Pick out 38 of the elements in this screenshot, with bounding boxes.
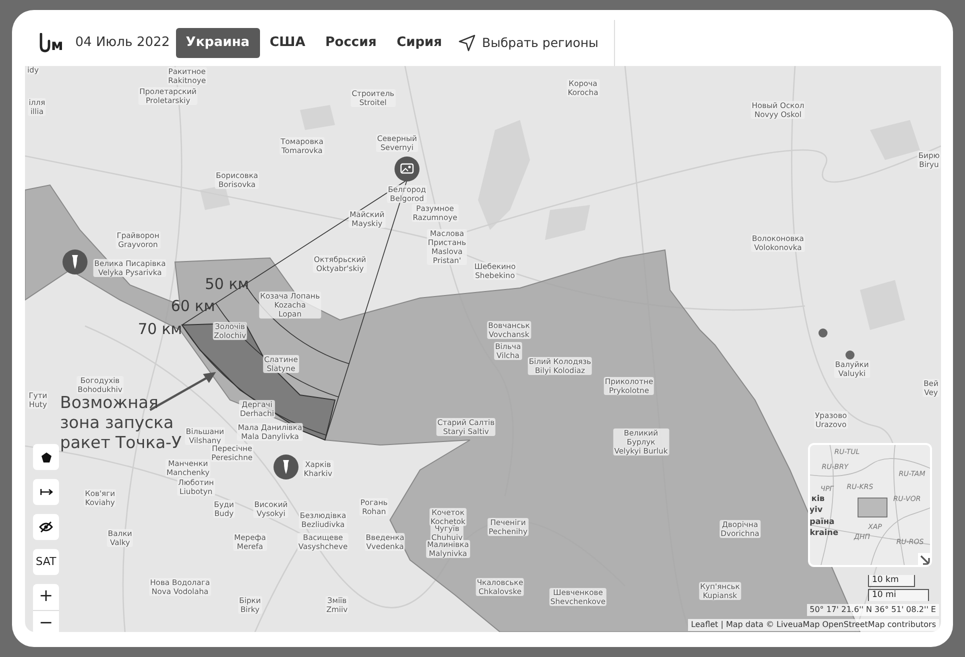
range-label: 50 км <box>204 274 250 295</box>
region-picker-button[interactable]: Выбрать регионы <box>452 32 604 54</box>
minimap-label: kraine <box>810 527 838 539</box>
range-label: 60 км <box>170 296 216 317</box>
minimap-label: раїна <box>810 516 834 528</box>
satellite-button[interactable]: SAT <box>33 549 59 575</box>
minimap-viewport <box>858 498 888 518</box>
measure-button[interactable] <box>33 479 59 505</box>
zoom-button[interactable]: − <box>33 610 59 632</box>
minimap-label: ків <box>811 493 825 505</box>
arrow-icon <box>40 488 52 496</box>
hide-button[interactable] <box>33 514 59 540</box>
leaflet-link[interactable]: Leaflet <box>690 620 718 629</box>
source-link[interactable]: LiveuaMap <box>776 620 820 629</box>
range-label: 70 км <box>138 318 182 340</box>
location-dot-icon <box>845 350 855 360</box>
eye-slash-icon <box>39 521 53 533</box>
photo-marker-icon <box>394 156 420 182</box>
missile-marker-icon <box>62 249 88 275</box>
annotation-text: Возможная зона запуска ракет Точка-У <box>60 393 183 453</box>
logo-text: м <box>51 38 64 53</box>
scale-bar: 10 mi <box>868 589 929 601</box>
country-tab[interactable]: Сирия <box>386 28 452 58</box>
country-tab[interactable]: США <box>260 28 316 58</box>
forest-patch <box>870 120 920 160</box>
pentagon-icon <box>40 452 52 462</box>
scale-bar: 10 km <box>868 575 915 587</box>
send-icon <box>458 34 476 52</box>
location-dot-icon <box>818 328 828 338</box>
coordinates-label: 50° 17' 21.6'' N 36° 51' 08.2'' E <box>806 604 939 616</box>
country-tab[interactable]: Россия <box>315 28 387 58</box>
date-label: 04 Июль 2022 <box>75 34 170 52</box>
missile-marker-icon <box>273 454 299 480</box>
logo-icon <box>39 33 51 53</box>
attribution-text: Leaflet | Map data © LiveuaMap OpenStreetMap contributors <box>688 619 939 631</box>
zoom-button[interactable]: + <box>33 584 59 610</box>
draw-polygon-button[interactable] <box>33 444 59 470</box>
country-tab[interactable]: Украина <box>176 28 260 58</box>
